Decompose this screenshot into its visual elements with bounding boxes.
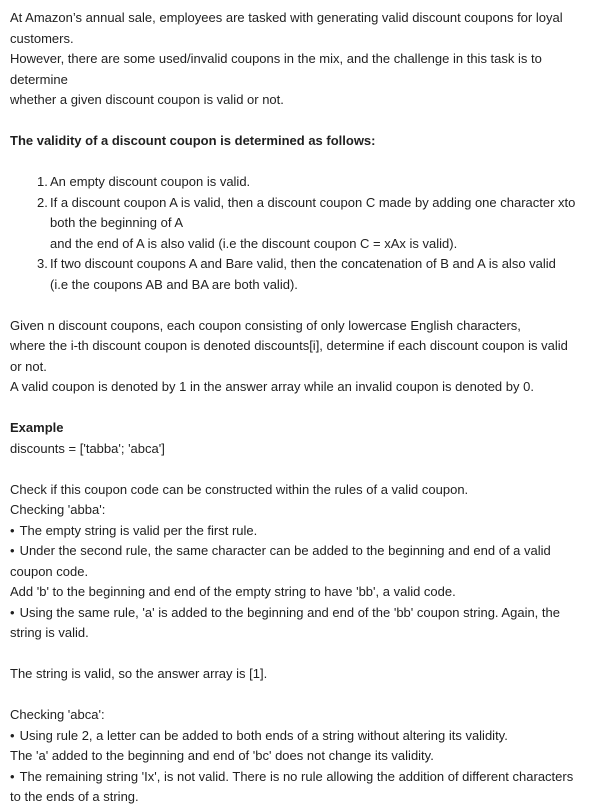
rule-text: and the end of A is also valid (i.e the … [50,235,458,251]
task-line-1: Given n discount coupons, each coupon co… [10,317,521,333]
rule-text: (i.e the coupons AB and BA are both vali… [50,276,298,292]
intro-line-5: whether a given discount coupon is valid… [10,92,284,107]
checking-abba: Checking 'abba': [10,502,106,517]
check-intro: Check if this coupon code can be constru… [10,481,469,497]
task-line-3: or not. [10,358,47,374]
bullet-item: Under the second rule, the same characte… [10,541,599,562]
task-line-2: where the i-th discount coupon is denote… [10,338,568,353]
rules-list: 1. An empty discount coupon is valid. 2.… [10,172,599,295]
intro-line-2: customers. [10,30,74,46]
rule-text: both the beginning of A [50,215,184,230]
intro-line-4: determine [10,71,68,87]
intro-line-3: However, there are some used/invalid cou… [10,51,542,66]
bullet-continuation: string is valid. [10,625,89,640]
rule-item-2: 2. If a discount coupon A is valid, then… [10,193,599,255]
bullet-item: Using the same rule, 'a' is added to the… [10,603,599,624]
rules-heading: The validity of a discount coupon is det… [10,133,376,148]
bullet-item: The remaining string 'Ix', is not valid.… [10,767,599,788]
rule-text: If a discount coupon A is valid, then a … [50,194,576,210]
bullet-continuation: coupon code. [10,563,89,579]
task-line-4: A valid coupon is denoted by 1 in the an… [10,379,534,394]
problem-statement: At Amazon’s annual sale, employees are t… [0,0,609,808]
example-discounts: discounts = ['tabba'; 'abca'] [10,440,165,456]
rule-item-1: 1. An empty discount coupon is valid. [10,172,599,193]
explanation-line: The 'a' added to the beginning and end o… [10,748,434,763]
rule-number: 2. [37,194,48,210]
result-line: The string is valid, so the answer array… [10,666,268,681]
example-heading: Example [10,420,64,435]
bullet-item: Using rule 2, a letter can be added to b… [10,726,599,747]
bullet-continuation: to the ends of a string. [10,789,139,804]
rule-text: An empty discount coupon is valid. [50,174,251,189]
rule-number: 3. [37,256,48,271]
rule-number: 1. [37,174,48,189]
bullet-item: The empty string is valid per the first … [10,521,599,542]
intro-line-1: At Amazon’s annual sale, employees are t… [10,10,563,25]
add-b-line: Add 'b' to the beginning and end of the … [10,584,456,599]
rule-text: If two discount coupons A and Bare valid… [50,256,556,271]
checking-abca: Checking 'abca': [10,707,105,722]
rule-item-3: 3. If two discount coupons A and Bare va… [10,254,599,295]
